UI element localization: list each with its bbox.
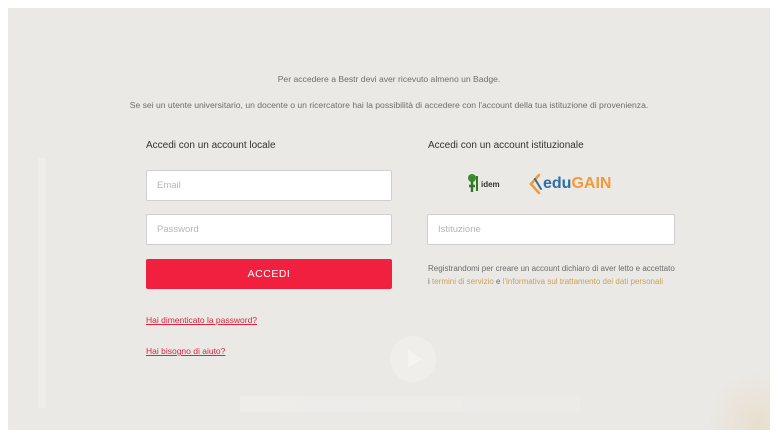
edugain-logo[interactable]: edu GAIN [527, 172, 611, 196]
privacy-policy-link[interactable]: l'informativa sul trattamento dei dati p… [503, 277, 663, 286]
institutional-account-title: Accedi con un account istituzionale [428, 140, 584, 151]
terms-of-service-link[interactable]: termini di servizio [432, 277, 494, 286]
idem-logo-text: idem [481, 180, 500, 189]
local-account-title: Accedi con un account locale [146, 140, 276, 151]
password-field[interactable] [146, 214, 392, 245]
background-video-decoration [38, 158, 46, 408]
background-play-icon [390, 336, 436, 382]
edugain-gain-text: GAIN [571, 175, 612, 192]
help-link[interactable]: Hai bisogno di aiuto? [146, 346, 225, 356]
edugain-edu-text: edu [543, 175, 572, 192]
institution-field[interactable] [427, 214, 675, 245]
idem-logo[interactable]: idem [466, 172, 510, 194]
intro-badge-text: Per accedere a Bestr devi aver ricevuto … [277, 74, 501, 84]
terms-mid-text: e [493, 277, 503, 286]
email-field[interactable] [146, 170, 392, 201]
background-video-caption [240, 396, 580, 412]
terms-notice: Registrandomi per creare un account dich… [428, 262, 678, 288]
idem-logo-icon: idem [468, 174, 500, 192]
login-button[interactable]: ACCEDI [146, 259, 392, 289]
forgot-password-link[interactable]: Hai dimenticato la password? [146, 315, 257, 325]
background-decoration [710, 360, 770, 430]
intro-institution-text: Se sei un utente universitario, un docen… [129, 100, 649, 110]
edugain-mark-icon [529, 173, 542, 195]
